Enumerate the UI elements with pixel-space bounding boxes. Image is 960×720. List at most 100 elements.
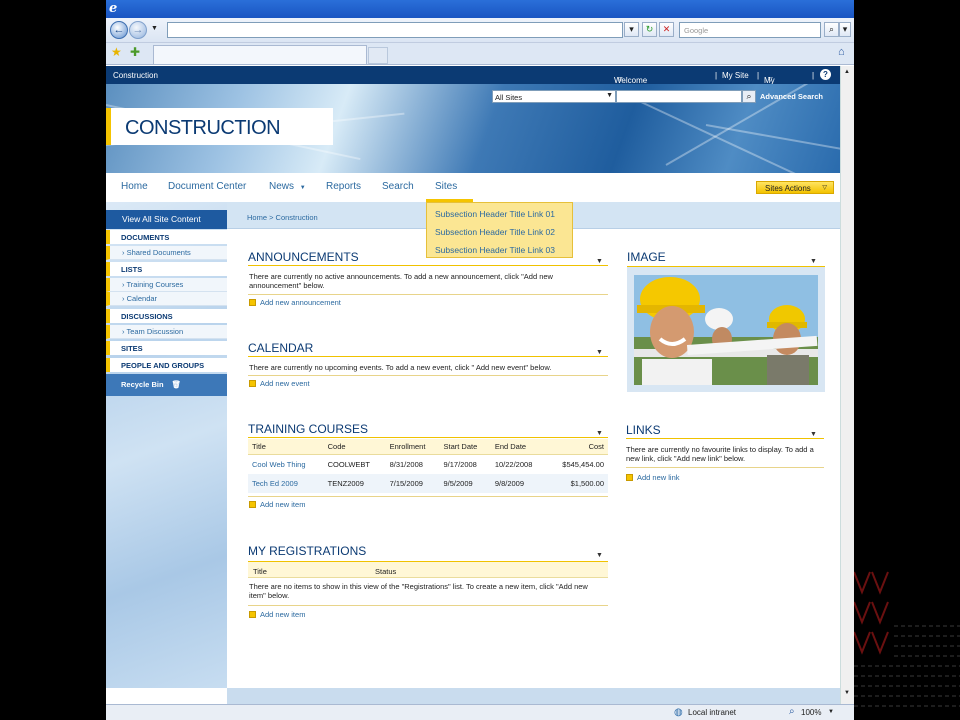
separator [248, 496, 608, 497]
column-header[interactable]: Title [248, 439, 324, 455]
vertical-scrollbar[interactable]: ▲ ▼ [840, 66, 854, 704]
scroll-down-icon[interactable]: ▼ [844, 690, 850, 696]
my-registrations-title[interactable]: MY REGISTRATIONS [248, 544, 366, 558]
quicklaunch-shared-documents[interactable]: › Shared Documents [106, 246, 227, 260]
site-logo[interactable]: CONSTRUCTION [106, 108, 333, 145]
my-site-link[interactable]: My Site [722, 71, 749, 80]
refresh-icon[interactable]: ↻ [642, 22, 657, 37]
table-cell: 9/5/2009 [439, 474, 491, 493]
quicklaunch-documents[interactable]: DOCUMENTS [106, 230, 227, 244]
announcements-title[interactable]: ANNOUNCEMENTS [248, 250, 359, 264]
quicklaunch-team-discussion[interactable]: › Team Discussion [106, 325, 227, 339]
history-dropdown-icon[interactable]: ▼ [151, 25, 158, 32]
logo-text: CONSTRUCTION [125, 117, 281, 139]
site-title-crumb[interactable]: Construction [113, 71, 158, 80]
nav-reports[interactable]: Reports [326, 181, 361, 192]
links-empty-text: There are currently no favourite links t… [626, 445, 814, 463]
nav-search[interactable]: Search [382, 181, 414, 192]
nav-news[interactable]: News ▼ [269, 181, 306, 192]
chevron-down-icon[interactable]: ▼ [596, 258, 603, 265]
table-cell: 9/17/2008 [443, 460, 477, 469]
browser-search-input[interactable]: Google [679, 22, 821, 38]
table-cell: 8/31/2008 [389, 460, 423, 469]
quicklaunch-training-courses[interactable]: › Training Courses [106, 278, 227, 292]
decor-chevrons [854, 571, 889, 655]
address-bar[interactable] [167, 22, 623, 38]
column-header[interactable]: End Date [490, 439, 547, 455]
construction-workers-image [627, 267, 825, 392]
dropdown-item-link-03[interactable]: Subsection Header Title Link 03 [435, 245, 555, 255]
back-icon[interactable]: ← [110, 21, 128, 39]
add-favorites-icon[interactable]: ✚ [130, 45, 140, 59]
nav-home[interactable]: Home [121, 181, 148, 192]
sites-actions-button[interactable]: Sites Actions ▽ [756, 181, 834, 194]
table-row: Tech Ed 2009 TENZ2009 7/15/2009 9/5/2009… [248, 474, 608, 493]
address-dropdown-icon[interactable]: ▾ [624, 22, 639, 37]
quicklaunch-people-and-groups[interactable]: PEOPLE AND GROUPS [106, 358, 227, 372]
add-announcement-link[interactable]: Add new announcement [249, 298, 341, 307]
chevron-down-icon[interactable]: ▼ [828, 709, 834, 715]
forward-icon[interactable]: → [129, 21, 147, 39]
calendar-title[interactable]: CALENDAR [248, 341, 313, 355]
links-title[interactable]: LINKS [626, 423, 661, 437]
registrations-empty-text: There are no items to show in this view … [249, 582, 588, 600]
advanced-search-link[interactable]: Advanced Search [760, 92, 823, 101]
favorites-star-icon[interactable]: ★ [111, 45, 122, 59]
zoom-icon[interactable]: ⌕ [789, 706, 795, 717]
zoom-level[interactable]: 100% [801, 708, 821, 717]
home-icon[interactable]: ⌂ [838, 46, 845, 58]
column-header[interactable]: Title [253, 567, 267, 576]
scroll-up-icon[interactable]: ▲ [844, 69, 850, 75]
favorites-toolbar: ★ ✚ ⌂ [106, 43, 854, 65]
column-header[interactable]: Cost [546, 439, 608, 455]
divider: | [715, 71, 718, 80]
separator [248, 375, 608, 376]
breadcrumb-text[interactable]: Home > Construction [247, 213, 318, 222]
column-header[interactable]: Enrollment [385, 439, 440, 455]
help-icon[interactable]: ? [820, 69, 831, 80]
column-header[interactable]: Status [375, 567, 396, 576]
workers-photo [634, 275, 818, 385]
browser-tab[interactable] [153, 45, 367, 64]
banner-beam [705, 124, 840, 153]
dropdown-item-link-01[interactable]: Subsection Header Title Link 01 [435, 209, 555, 219]
chevron-down-icon: ▼ [299, 185, 306, 191]
add-registration-item-link[interactable]: Add new item [249, 610, 305, 619]
chevron-down-icon[interactable]: ▼ [810, 431, 817, 438]
column-header[interactable]: Code [323, 439, 386, 455]
site-search-input[interactable] [616, 90, 742, 103]
scope-select[interactable]: All Sites ▼ [492, 90, 616, 103]
course-title-link[interactable]: Cool Web Thing [248, 455, 324, 475]
quicklaunch-lists[interactable]: LISTS [106, 262, 227, 276]
image-title[interactable]: IMAGE [627, 250, 666, 264]
dropdown-item-link-02[interactable]: Subsection Header Title Link 02 [435, 227, 555, 237]
stop-icon[interactable]: ✕ [659, 22, 674, 37]
quicklaunch-calendar[interactable]: › Calendar [106, 292, 227, 306]
search-options-icon[interactable]: ▾ [839, 22, 851, 37]
recycle-bin-link[interactable]: Recycle Bin 🗑 [106, 374, 227, 396]
chevron-down-icon[interactable]: ▼ [596, 552, 603, 559]
course-title-link[interactable]: Tech Ed 2009 [248, 474, 324, 493]
view-all-site-content-link[interactable]: View All Site Content [106, 210, 227, 229]
nav-document-center[interactable]: Document Center [168, 181, 246, 192]
browser-window: e ← → ▼ ▾ ↻ ✕ Google ⌕ ▾ ★ ✚ ⌂ Construct… [106, 0, 854, 720]
search-icon[interactable]: ⌕ [824, 22, 839, 37]
banner-beam [625, 94, 826, 173]
quicklaunch-sites[interactable]: SITES [106, 341, 227, 355]
add-link-link[interactable]: Add new link [626, 473, 680, 482]
quicklaunch-discussions[interactable]: DISCUSSIONS [106, 309, 227, 323]
decor-lines [854, 625, 960, 707]
training-courses-title[interactable]: TRAINING COURSES [248, 422, 368, 436]
column-header[interactable]: Start Date [439, 439, 491, 455]
chevron-down-icon[interactable]: ▼ [810, 258, 817, 265]
chevron-down-icon[interactable]: ▼ [596, 349, 603, 356]
search-icon[interactable]: ⌕ [742, 90, 756, 103]
ie-logo-icon: e [109, 1, 118, 16]
add-training-item-link[interactable]: Add new item [249, 500, 305, 509]
chevron-down-icon[interactable]: ▼ [596, 430, 603, 437]
new-tab-button[interactable] [368, 47, 388, 64]
nav-sites[interactable]: Sites [435, 181, 457, 192]
add-icon [626, 474, 633, 481]
add-event-link[interactable]: Add new event [249, 379, 310, 388]
site-topbar: Construction Welcome Administrator ▽ | M… [106, 66, 840, 94]
